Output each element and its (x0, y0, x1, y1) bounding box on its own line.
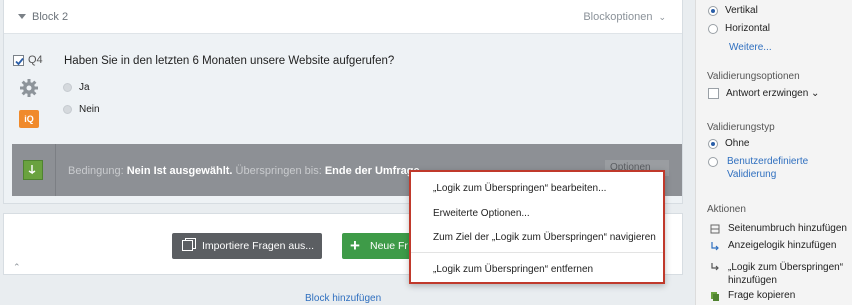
import-questions-label: Importiere Fragen aus... (202, 240, 315, 252)
menu-item-edit-skip-logic[interactable]: „Logik zum Überspringen“ bearbeiten... (433, 183, 606, 194)
validation-none-label[interactable]: Ohne (725, 138, 749, 149)
question-select-checkbox[interactable] (13, 55, 24, 66)
choice-label-nein[interactable]: Nein (79, 104, 100, 115)
collapse-caret-icon[interactable] (18, 14, 26, 19)
gear-icon[interactable] (19, 78, 39, 98)
display-logic-icon (711, 242, 719, 251)
skip-logic-context-menu: „Logik zum Überspringen“ bearbeiten... E… (409, 170, 665, 284)
action-add-display-logic[interactable]: Anzeigelogik hinzufügen (728, 240, 836, 251)
block-title: Block 2 (32, 11, 69, 23)
menu-item-navigate-to-target[interactable]: Zum Ziel der „Logik zum Überspringen“ na… (433, 232, 656, 243)
skip-logic-icon-box (12, 144, 56, 196)
choice-label-ja[interactable]: Ja (79, 82, 90, 93)
chevron-down-icon: ⌄ (658, 12, 666, 22)
force-response-checkbox[interactable] (708, 88, 719, 99)
plus-icon: + (350, 236, 360, 255)
menu-item-remove-skip-logic[interactable]: „Logik zum Überspringen“ entfernen (433, 264, 593, 275)
radio-horizontal[interactable] (708, 24, 718, 34)
validation-options-heading: Validierungsoptionen (707, 71, 800, 82)
add-block-link[interactable]: Block hinzufügen (305, 293, 381, 304)
radio-validation-none[interactable] (708, 139, 718, 149)
copy-question-icon (711, 292, 719, 301)
new-question-label: Neue Fr (370, 240, 408, 252)
force-response-label[interactable]: Antwort erzwingen ⌄ (726, 88, 819, 99)
block-options-button[interactable]: Blockoptionen ⌄ (583, 11, 666, 23)
action-add-skip-logic[interactable]: „Logik zum Überspringen“ (728, 262, 843, 273)
validation-type-heading: Validierungstyp (707, 122, 775, 133)
option-horizontal-label[interactable]: Horizontal (725, 23, 770, 34)
page-break-icon (710, 224, 720, 234)
import-questions-button[interactable]: Importiere Fragen aus... (172, 233, 322, 259)
question-options-panel: Vertikal Horizontal Weitere... Validieru… (695, 0, 852, 305)
radio-vertical[interactable] (708, 6, 718, 16)
radio-validation-custom[interactable] (708, 157, 718, 167)
skip-logic-text: Bedingung: Nein Ist ausgewählt. Überspri… (68, 165, 420, 177)
chevron-down-icon: ⌄ (811, 88, 820, 99)
choice-radio-nein[interactable] (63, 105, 72, 114)
menu-item-advanced-options[interactable]: Erweiterte Optionen... (433, 208, 530, 219)
validation-custom-link-line2[interactable]: Validierung (727, 169, 776, 180)
action-add-page-break[interactable]: Seitenumbruch hinzufügen (728, 223, 847, 234)
choice-radio-ja[interactable] (63, 83, 72, 92)
block-options-label: Blockoptionen (583, 11, 653, 23)
chevron-up-icon[interactable]: ⌃ (13, 262, 21, 273)
option-vertical-label[interactable]: Vertikal (725, 5, 758, 16)
block-header[interactable]: Block 2 Blockoptionen ⌄ (4, 0, 682, 34)
question-number: Q4 (28, 54, 43, 66)
more-options-link[interactable]: Weitere... (729, 42, 772, 53)
question-text[interactable]: Haben Sie in den letzten 6 Monaten unser… (64, 55, 394, 67)
menu-divider (411, 252, 663, 253)
skip-logic-icon (23, 160, 43, 180)
skip-logic-small-icon (711, 263, 719, 271)
validation-custom-link[interactable]: Benutzerdefinierte (727, 156, 808, 167)
actions-heading: Aktionen (707, 204, 746, 215)
action-copy-question[interactable]: Frage kopieren (728, 290, 795, 301)
action-add-skip-logic-line2[interactable]: hinzufügen (728, 275, 777, 286)
iq-badge-icon[interactable]: iQ (19, 110, 39, 128)
